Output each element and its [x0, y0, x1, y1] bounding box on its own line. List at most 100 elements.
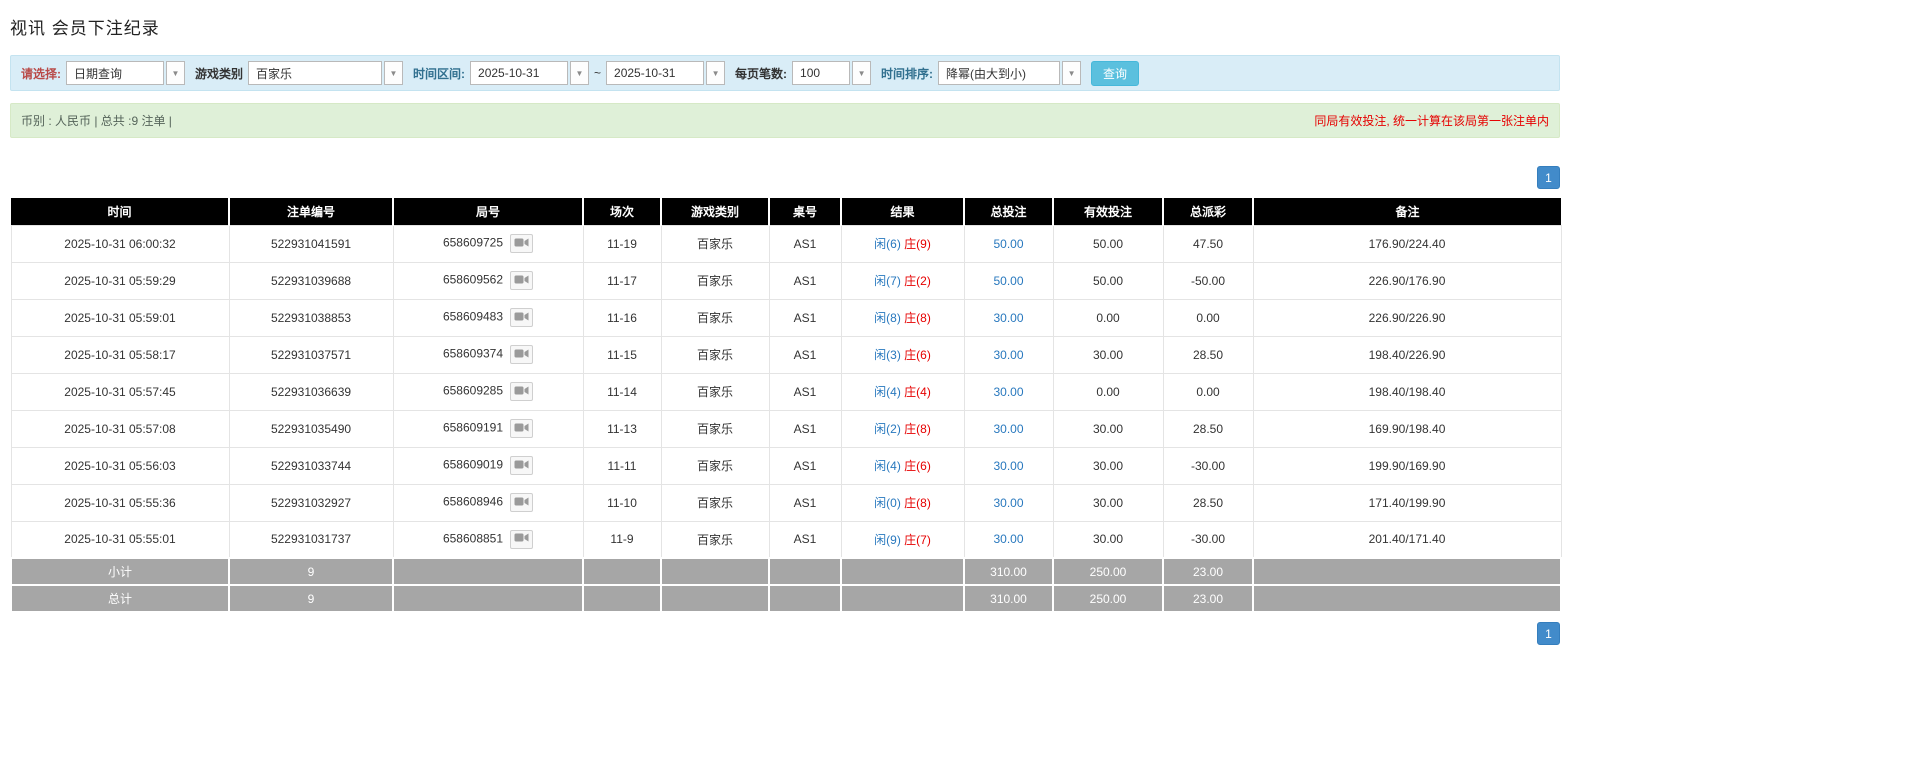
game-type-value[interactable]: 百家乐	[248, 61, 383, 85]
date-to-picker[interactable]: 2025-10-31 ▼	[606, 61, 726, 85]
cell-table-no: AS1	[768, 224, 842, 263]
total-row: 总计 9 310.00 250.00 23.00	[10, 584, 1562, 613]
cell-remark: 171.40/199.90	[1252, 483, 1562, 522]
table-row: 2025-10-31 06:00:32 522931041591 658609725…	[10, 224, 1562, 263]
cell-remark: 226.90/226.90	[1252, 298, 1562, 337]
page-size-value[interactable]: 100	[792, 61, 851, 85]
cell-time: 2025-10-31 05:57:45	[10, 372, 230, 411]
cell-result: 闲(3) 庄(6)	[840, 335, 965, 374]
cell-session: 11-10	[582, 483, 662, 522]
date-to-value[interactable]: 2025-10-31	[606, 61, 705, 85]
video-replay-button[interactable]	[510, 382, 534, 401]
cell-payout: 47.50	[1162, 224, 1254, 263]
video-camera-icon	[514, 348, 529, 362]
currency-summary-text: 币别 : 人民币 | 总共 :9 注单 |	[21, 114, 172, 128]
cell-remark: 198.40/226.90	[1252, 335, 1562, 374]
video-replay-button[interactable]	[510, 456, 534, 475]
cell-game-type: 百家乐	[660, 372, 770, 411]
table-row: 2025-10-31 05:57:08 522931035490 658609191…	[10, 409, 1562, 448]
query-type-label: 请选择:	[21, 66, 61, 81]
cell-session: 11-16	[582, 298, 662, 337]
chevron-down-icon[interactable]: ▼	[706, 61, 726, 85]
date-from-value[interactable]: 2025-10-31	[470, 61, 569, 85]
cell-payout: 28.50	[1162, 335, 1254, 374]
cell-valid-bet: 50.00	[1052, 224, 1164, 263]
total-row-cell: 9	[228, 584, 394, 613]
total-bet-link[interactable]: 30.00	[993, 422, 1023, 436]
cell-payout: 28.50	[1162, 409, 1254, 448]
cell-table-no: AS1	[768, 335, 842, 374]
result-banker: 庄(8)	[904, 422, 931, 436]
cell-session: 11-9	[582, 520, 662, 559]
table-row: 2025-10-31 05:59:01 522931038853 658609483…	[10, 298, 1562, 337]
cell-game-type: 百家乐	[660, 261, 770, 300]
cell-payout: 0.00	[1162, 298, 1254, 337]
chevron-down-icon[interactable]: ▼	[166, 61, 185, 85]
result-banker: 庄(6)	[904, 459, 931, 473]
page-1-button[interactable]: 1	[1537, 622, 1560, 645]
page-1-button[interactable]: 1	[1537, 166, 1560, 189]
video-replay-button[interactable]	[510, 493, 534, 512]
page-size-select[interactable]: 100 ▼	[792, 61, 872, 85]
chevron-down-icon[interactable]: ▼	[570, 61, 590, 85]
result-banker: 庄(7)	[904, 532, 931, 547]
cell-bet-id: 522931036639	[228, 372, 394, 411]
sort-order-value[interactable]: 降幂(由大到小)	[938, 61, 1061, 85]
video-replay-button[interactable]	[510, 308, 534, 327]
query-type-value[interactable]: 日期查询	[66, 61, 164, 85]
subtotal-row-cell	[840, 557, 965, 586]
video-camera-icon	[514, 496, 529, 510]
column-header: 注单编号	[229, 198, 394, 225]
cell-table-no: AS1	[768, 520, 842, 559]
cell-game-type: 百家乐	[660, 224, 770, 263]
cell-round-id: 658609191	[392, 409, 584, 448]
video-replay-button[interactable]	[510, 419, 534, 438]
query-type-select[interactable]: 日期查询 ▼	[66, 61, 185, 85]
total-row-cell	[582, 584, 662, 613]
total-row-cell	[392, 584, 584, 613]
search-button[interactable]: 查询	[1091, 60, 1140, 86]
sort-order-select[interactable]: 降幂(由大到小) ▼	[938, 61, 1082, 85]
subtotal-row-cell: 9	[228, 557, 394, 586]
cell-round-id: 658608946	[392, 483, 584, 522]
date-range-separator: ~	[594, 66, 602, 80]
result-player: 闲(4)	[874, 385, 901, 399]
chevron-down-icon[interactable]: ▼	[852, 61, 872, 85]
total-bet-link[interactable]: 30.00	[993, 532, 1023, 546]
column-header: 结果	[841, 198, 965, 225]
total-row-cell	[768, 584, 842, 613]
subtotal-row-cell: 310.00	[963, 557, 1054, 586]
cell-valid-bet: 30.00	[1052, 483, 1164, 522]
page-container: 视讯 会员下注纪录 请选择: 日期查询 ▼ 游戏类别 百家乐 ▼ 时间区间: 2…	[0, 0, 1562, 645]
video-replay-button[interactable]	[510, 345, 534, 364]
date-from-picker[interactable]: 2025-10-31 ▼	[470, 61, 590, 85]
chevron-down-icon[interactable]: ▼	[384, 61, 404, 85]
video-replay-button[interactable]	[510, 529, 534, 549]
chevron-down-icon[interactable]: ▼	[1062, 61, 1082, 85]
cell-time: 2025-10-31 05:57:08	[10, 409, 230, 448]
subtotal-row-cell: 250.00	[1052, 557, 1164, 586]
video-replay-button[interactable]	[510, 234, 534, 253]
subtotal-row: 小计 9 310.00 250.00 23.00	[10, 557, 1562, 586]
cell-total-bet: 30.00	[963, 409, 1054, 448]
cell-remark: 169.90/198.40	[1252, 409, 1562, 448]
total-bet-link[interactable]: 30.00	[993, 385, 1023, 399]
video-camera-icon	[514, 532, 529, 546]
total-bet-link[interactable]: 30.00	[993, 311, 1023, 325]
total-bet-link[interactable]: 30.00	[993, 459, 1023, 473]
video-replay-button[interactable]	[510, 271, 534, 290]
cell-total-bet: 50.00	[963, 224, 1054, 263]
cell-time: 2025-10-31 05:55:01	[10, 520, 230, 559]
game-type-select[interactable]: 百家乐 ▼	[248, 61, 404, 85]
cell-payout: -30.00	[1162, 446, 1254, 485]
cell-round-id: 658609374	[392, 335, 584, 374]
total-bet-link[interactable]: 30.00	[993, 496, 1023, 510]
game-type-label: 游戏类别	[195, 66, 244, 81]
total-bet-link[interactable]: 30.00	[993, 348, 1023, 362]
cell-bet-id: 522931039688	[228, 261, 394, 300]
total-bet-link[interactable]: 50.00	[993, 274, 1023, 288]
video-camera-icon	[514, 422, 529, 436]
total-bet-link[interactable]: 50.00	[993, 237, 1023, 251]
result-player: 闲(7)	[874, 274, 901, 288]
table-header-row: 时间 注单编号 局号 场次 游戏类别 桌号 结果 总投注 有效投注 总派彩 备注	[11, 198, 1561, 225]
